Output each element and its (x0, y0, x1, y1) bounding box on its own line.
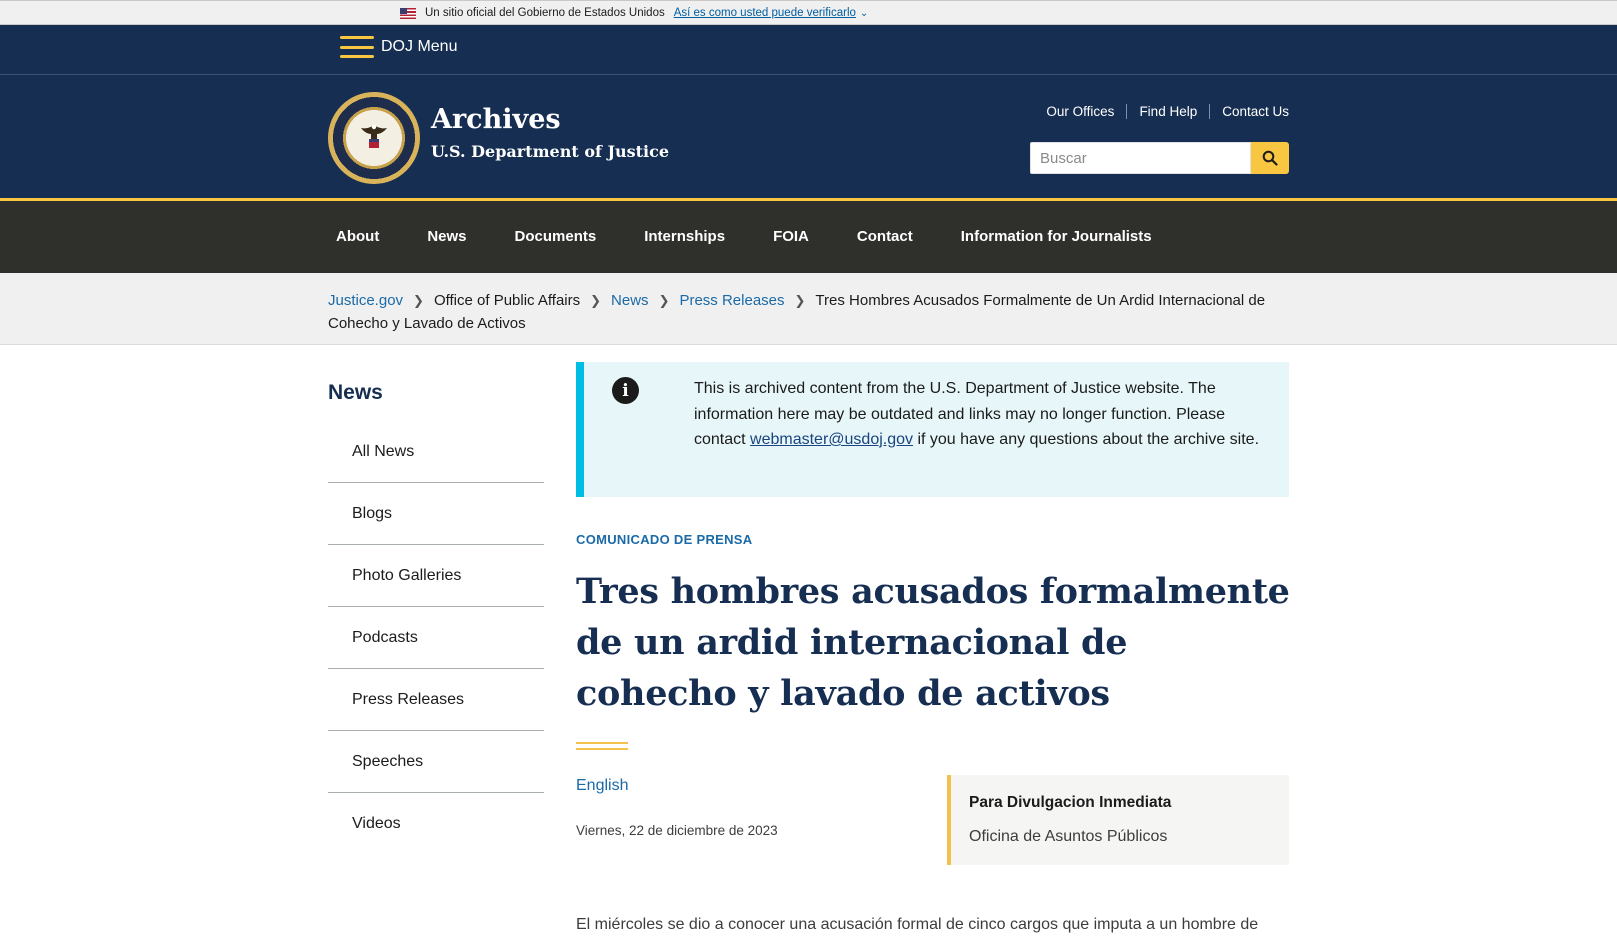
sidebar-title: News (328, 381, 383, 404)
chevron-right-icon: ❯ (413, 293, 424, 308)
search-input[interactable] (1030, 142, 1251, 174)
breadcrumb-justice-gov[interactable]: Justice.gov (328, 292, 403, 309)
breadcrumb: Justice.gov ❯ Office of Public Affairs ❯ New… (328, 289, 1296, 335)
release-office: Oficina de Asuntos Públicos (969, 828, 1168, 845)
find-help-link[interactable]: Find Help (1126, 104, 1209, 119)
sidebar-item-photo-galleries[interactable]: Photo Galleries (328, 545, 544, 607)
page: Un sitio oficial del Gobierno de Estados… (0, 0, 1617, 941)
doj-menu-bar (0, 25, 1617, 75)
sidebar-item-all-news[interactable]: All News (328, 421, 544, 483)
nav-item-internships[interactable]: Internships (644, 228, 725, 245)
nav-item-foia[interactable]: FOIA (773, 228, 809, 245)
search-icon (1262, 150, 1278, 166)
gov-banner-text: Un sitio oficial del Gobierno de Estados… (425, 7, 665, 19)
alert-text-end: if you have any questions about the arch… (913, 431, 1260, 448)
site-header (0, 75, 1617, 201)
nav-item-news[interactable]: News (427, 228, 466, 245)
eagle-icon (361, 124, 387, 148)
sidebar-nav: All News Blogs Photo Galleries Podcasts … (328, 421, 544, 855)
nav-item-about[interactable]: About (336, 228, 379, 245)
sidebar-item-press-releases[interactable]: Press Releases (328, 669, 544, 731)
chevron-down-icon[interactable]: ⌄ (860, 8, 868, 19)
search-button[interactable] (1251, 142, 1289, 174)
webmaster-email-link[interactable]: webmaster@usdoj.gov (750, 431, 913, 448)
sidebar-item-podcasts[interactable]: Podcasts (328, 607, 544, 669)
chevron-right-icon: ❯ (658, 293, 670, 308)
gov-banner-content: Un sitio oficial del Gobierno de Estados… (400, 7, 868, 19)
chevron-right-icon: ❯ (590, 293, 602, 308)
site-title[interactable]: Archives (431, 104, 561, 135)
utility-links: Our Offices Find Help Contact Us (1034, 104, 1289, 119)
release-label: Para Divulgacion Inmediata (969, 794, 1172, 811)
sidebar-item-videos[interactable]: Videos (328, 793, 544, 855)
archive-alert-text: This is archived content from the U.S. D… (694, 376, 1264, 453)
english-language-link[interactable]: English (576, 777, 628, 795)
nav-item-journalists[interactable]: Information for Journalists (961, 228, 1152, 245)
article-title: Tres hombres acusados formalmente de un … (576, 571, 1290, 714)
breadcrumb-office-of-public-affairs: Office of Public Affairs (433, 292, 581, 309)
breadcrumb-press-releases[interactable]: Press Releases (679, 292, 784, 309)
hamburger-icon[interactable] (340, 36, 374, 58)
doj-menu-label: DOJ Menu (381, 38, 458, 55)
gov-verify-link[interactable]: Así es como usted puede verificarlo (674, 7, 856, 19)
contact-us-link[interactable]: Contact Us (1209, 104, 1289, 119)
chevron-right-icon: ❯ (794, 293, 806, 308)
sidebar-item-speeches[interactable]: Speeches (328, 731, 544, 793)
doj-seal-logo[interactable] (328, 92, 420, 184)
nav-item-contact[interactable]: Contact (857, 228, 913, 245)
us-flag-icon (400, 7, 416, 19)
release-info-box: Para Divulgacion Inmediata Oficina de As… (947, 775, 1289, 865)
main-nav-items: About News Documents Internships FOIA Co… (336, 200, 1200, 272)
site-subtitle[interactable]: U.S. Department of Justice (431, 142, 669, 161)
article-kicker: COMUNICADO DE PRENSA (576, 532, 753, 547)
info-icon: i (612, 377, 639, 404)
our-offices-link[interactable]: Our Offices (1034, 104, 1126, 119)
article-body: El miércoles se dio a conocer una acusac… (576, 916, 1259, 933)
doj-menu-button[interactable]: DOJ Menu (340, 36, 457, 58)
search-form (1030, 142, 1289, 174)
archive-alert: i This is archived content from the U.S.… (576, 362, 1289, 497)
article-date: Viernes, 22 de diciembre de 2023 (576, 823, 778, 838)
sidebar-item-blogs[interactable]: Blogs (328, 483, 544, 545)
breadcrumb-news[interactable]: News (611, 292, 649, 309)
title-divider (576, 742, 628, 750)
nav-item-documents[interactable]: Documents (515, 228, 597, 245)
